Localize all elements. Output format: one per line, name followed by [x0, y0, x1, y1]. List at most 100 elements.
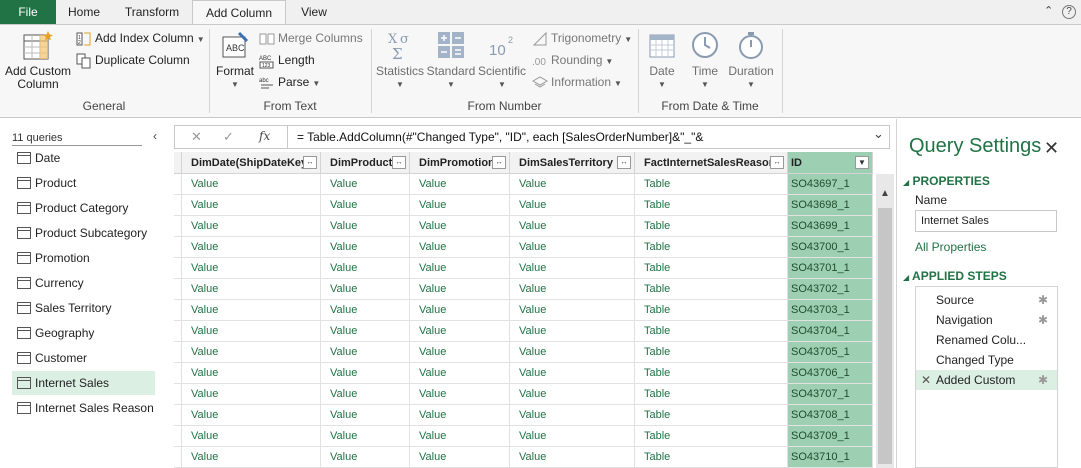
- table-cell[interactable]: Value: [410, 426, 510, 447]
- applied-step[interactable]: Renamed Colu...: [916, 330, 1057, 350]
- table-cell[interactable]: Value: [510, 258, 635, 279]
- length-button[interactable]: ABC 123 Length: [259, 51, 315, 69]
- add-custom-column-button[interactable]: Add Custom Column: [4, 29, 72, 91]
- table-cell[interactable]: Table: [635, 447, 788, 468]
- table-cell[interactable]: Table: [635, 363, 788, 384]
- table-cell[interactable]: Value: [182, 426, 321, 447]
- table-cell[interactable]: Value: [410, 174, 510, 195]
- table-cell[interactable]: Value: [510, 279, 635, 300]
- table-cell[interactable]: Value: [182, 321, 321, 342]
- query-item[interactable]: Product Subcategory: [12, 221, 155, 245]
- filter-dropdown-icon[interactable]: ▼: [855, 156, 869, 169]
- table-cell[interactable]: Table: [635, 195, 788, 216]
- table-cell[interactable]: Table: [635, 237, 788, 258]
- merge-columns-button[interactable]: Merge Columns: [259, 29, 363, 47]
- table-cell[interactable]: Table: [635, 342, 788, 363]
- table-cell[interactable]: Value: [321, 363, 410, 384]
- table-cell[interactable]: Value: [182, 384, 321, 405]
- statistics-button[interactable]: X σ Σ Statistics ▼: [375, 29, 425, 91]
- gear-icon[interactable]: ✱: [1038, 290, 1048, 310]
- format-button[interactable]: ABC Format ▼: [214, 29, 256, 91]
- expand-column-icon[interactable]: ↔: [392, 156, 406, 169]
- query-item[interactable]: Product Category: [12, 196, 155, 220]
- expand-column-icon[interactable]: ↔: [492, 156, 506, 169]
- table-cell[interactable]: Value: [510, 363, 635, 384]
- table-cell[interactable]: Table: [635, 216, 788, 237]
- table-cell[interactable]: Value: [410, 405, 510, 426]
- table-cell[interactable]: Table: [635, 384, 788, 405]
- query-item[interactable]: Sales Territory: [12, 296, 155, 320]
- table-cell[interactable]: Value: [510, 426, 635, 447]
- query-item[interactable]: Geography: [12, 321, 155, 345]
- table-cell[interactable]: Value: [410, 279, 510, 300]
- table-cell[interactable]: Value: [510, 321, 635, 342]
- table-cell[interactable]: Value: [410, 216, 510, 237]
- table-cell[interactable]: Value: [510, 405, 635, 426]
- expand-column-icon[interactable]: ↔: [770, 156, 784, 169]
- table-cell[interactable]: Value: [182, 300, 321, 321]
- table-cell[interactable]: Value: [182, 258, 321, 279]
- table-cell[interactable]: Value: [321, 447, 410, 468]
- parse-button[interactable]: abc Parse ▼: [259, 73, 320, 91]
- column-header[interactable]: DimProduct ↔: [321, 152, 410, 174]
- table-cell[interactable]: Value: [182, 405, 321, 426]
- query-item[interactable]: Internet Sales Reason: [12, 396, 155, 420]
- table-cell[interactable]: Value: [410, 237, 510, 258]
- rounding-button[interactable]: .00 Rounding ▼: [532, 51, 613, 69]
- table-cell[interactable]: Value: [410, 342, 510, 363]
- query-item[interactable]: Date: [12, 146, 155, 170]
- table-cell[interactable]: Value: [321, 342, 410, 363]
- table-cell[interactable]: Value: [321, 195, 410, 216]
- table-cell[interactable]: Value: [510, 384, 635, 405]
- column-header[interactable]: DimSalesTerritory ↔: [510, 152, 635, 174]
- table-cell[interactable]: Value: [182, 216, 321, 237]
- column-header[interactable]: ID ▼: [788, 152, 873, 174]
- table-cell[interactable]: Table: [635, 174, 788, 195]
- standard-button[interactable]: Standard ▼: [426, 29, 476, 91]
- duplicate-column-button[interactable]: Duplicate Column: [76, 51, 190, 69]
- table-cell[interactable]: Value: [321, 384, 410, 405]
- table-cell[interactable]: Value: [510, 195, 635, 216]
- tab-view[interactable]: View: [286, 0, 342, 24]
- table-cell[interactable]: Value: [321, 174, 410, 195]
- table-cell[interactable]: Value: [410, 363, 510, 384]
- applied-step[interactable]: Source ✱: [916, 290, 1057, 310]
- query-item[interactable]: Product: [12, 171, 155, 195]
- column-header[interactable]: DimPromotion ↔: [410, 152, 510, 174]
- applied-step[interactable]: Changed Type: [916, 350, 1057, 370]
- confirm-formula-icon[interactable]: ✓: [223, 129, 234, 145]
- table-cell[interactable]: Value: [510, 216, 635, 237]
- tab-file[interactable]: File: [0, 0, 56, 24]
- table-cell[interactable]: Value: [321, 279, 410, 300]
- scroll-thumb[interactable]: [878, 208, 892, 464]
- trigonometry-button[interactable]: Trigonometry ▼: [532, 29, 632, 47]
- column-header[interactable]: FactInternetSalesReason ↔: [635, 152, 788, 174]
- collapse-ribbon-icon[interactable]: ⌃: [1044, 4, 1053, 17]
- table-cell[interactable]: Table: [635, 279, 788, 300]
- table-cell[interactable]: Value: [410, 321, 510, 342]
- table-cell[interactable]: Value: [410, 384, 510, 405]
- table-cell[interactable]: Value: [510, 174, 635, 195]
- query-item[interactable]: Promotion: [12, 246, 155, 270]
- expand-formula-icon[interactable]: ⌄: [873, 126, 884, 142]
- table-cell[interactable]: Table: [635, 258, 788, 279]
- gear-icon[interactable]: ✱: [1038, 310, 1048, 330]
- table-cell[interactable]: Value: [321, 237, 410, 258]
- scroll-up-icon[interactable]: ▲: [876, 188, 894, 202]
- query-item[interactable]: Currency: [12, 271, 155, 295]
- all-properties-link[interactable]: All Properties: [915, 240, 986, 254]
- table-cell[interactable]: Value: [182, 237, 321, 258]
- delete-step-icon[interactable]: ✕: [921, 370, 931, 390]
- applied-step[interactable]: ✕ Added Custom ✱: [916, 370, 1057, 390]
- close-icon[interactable]: ✕: [1044, 138, 1059, 159]
- table-cell[interactable]: Value: [510, 447, 635, 468]
- table-cell[interactable]: Value: [321, 426, 410, 447]
- table-cell[interactable]: Value: [410, 258, 510, 279]
- table-cell[interactable]: Value: [321, 216, 410, 237]
- table-cell[interactable]: Value: [182, 195, 321, 216]
- query-item[interactable]: Internet Sales: [12, 371, 155, 395]
- tab-home[interactable]: Home: [56, 0, 112, 24]
- applied-steps-header[interactable]: ◢ APPLIED STEPS: [903, 269, 1007, 283]
- table-cell[interactable]: Value: [182, 363, 321, 384]
- table-cell[interactable]: Table: [635, 321, 788, 342]
